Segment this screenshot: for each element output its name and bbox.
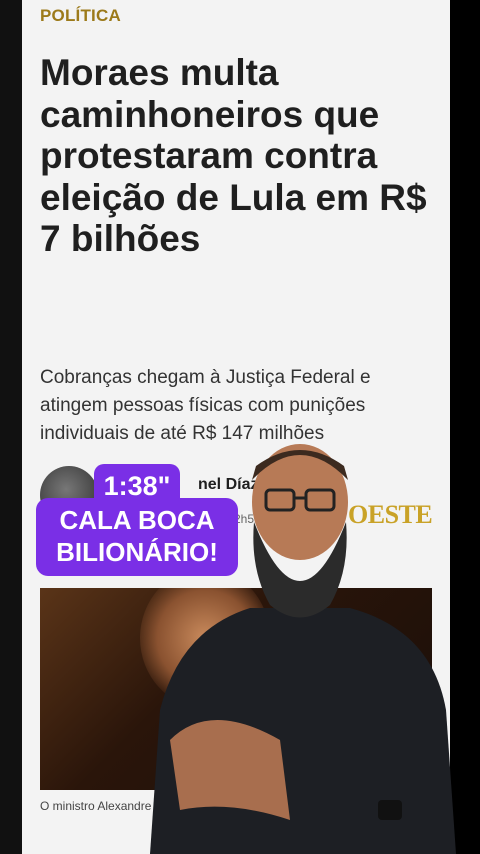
- article-headline: Moraes multa caminhoneiros que protestar…: [40, 52, 427, 259]
- video-frame: POLÍTICA Moraes multa caminhoneiros que …: [0, 0, 480, 854]
- left-border: [0, 0, 22, 854]
- caption-callout: CALA BOCA BILIONÁRIO!: [36, 498, 238, 576]
- section-label: POLÍTICA: [40, 6, 121, 25]
- article-subheadline: Cobranças chegam à Justiça Federal e ati…: [40, 367, 371, 444]
